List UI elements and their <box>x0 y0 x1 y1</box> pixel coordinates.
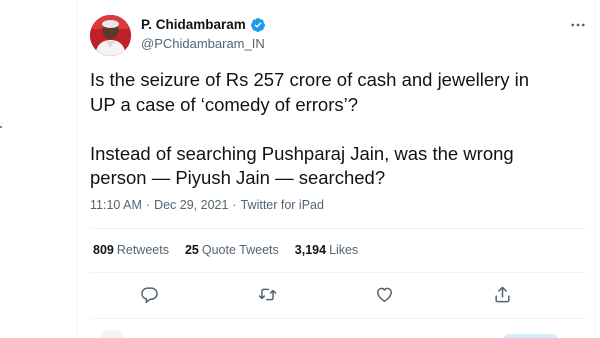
meta-separator: · <box>145 198 151 212</box>
author-block: P. Chidambaram @PChidambaram_IN <box>141 15 266 51</box>
tweet-time[interactable]: 11:10 AM <box>90 198 142 212</box>
more-icon <box>571 23 585 27</box>
meta-separator: · <box>232 198 237 212</box>
share-button[interactable] <box>492 284 512 304</box>
retweet-icon <box>258 288 276 300</box>
profile-photo-icon <box>90 15 131 56</box>
author-name-row: P. Chidambaram <box>141 15 266 34</box>
retweets-stat[interactable]: 809 Retweets <box>93 243 169 257</box>
heart-icon <box>376 287 392 302</box>
divider <box>90 272 585 273</box>
timeline-right-border <box>595 0 596 338</box>
author-name[interactable]: P. Chidambaram <box>141 17 246 32</box>
likes-stat[interactable]: 3,194 Likes <box>295 243 358 257</box>
likes-count: 3,194 <box>294 243 327 257</box>
avatar[interactable] <box>90 15 131 56</box>
divider <box>90 228 585 229</box>
tweet-meta: 11:10 AM · Dec 29, 2021 · Twitter for iP… <box>90 198 324 212</box>
quote-tweets-count: 25 <box>184 243 199 257</box>
retweets-label: Retweets <box>116 243 169 257</box>
more-options-button[interactable] <box>568 15 588 35</box>
quote-tweets-label: Quote Tweets <box>201 243 279 257</box>
quote-tweets-stat[interactable]: 25 Quote Tweets <box>185 243 279 257</box>
tweet-stats: 809 Retweets 25 Quote Tweets 3,194 Likes <box>93 243 358 257</box>
reply-button[interactable] <box>139 284 159 304</box>
reply-avatar-peek <box>100 330 124 338</box>
likes-label: Likes <box>329 243 359 257</box>
tweet-source[interactable]: Twitter for iPad <box>241 198 324 212</box>
tweet-date[interactable]: Dec 29, 2021 <box>154 198 228 212</box>
action-bar <box>90 284 585 304</box>
reply-button-peek <box>503 334 558 338</box>
timeline-left-border <box>76 0 77 338</box>
like-button[interactable] <box>374 284 394 304</box>
author-handle[interactable]: @PChidambaram_IN <box>141 36 266 51</box>
tweet-page: P. Chidambaram @PChidambaram_IN Is the s… <box>0 0 600 338</box>
retweet-button[interactable] <box>257 284 277 304</box>
retweets-count: 809 <box>93 243 114 257</box>
share-icon <box>494 286 510 302</box>
tweet-text: Is the seizure of Rs 257 crore of cash a… <box>90 69 530 188</box>
verified-badge-icon <box>250 17 266 33</box>
divider <box>90 318 585 319</box>
reply-icon <box>140 286 158 303</box>
sidebar-dot <box>0 126 2 128</box>
